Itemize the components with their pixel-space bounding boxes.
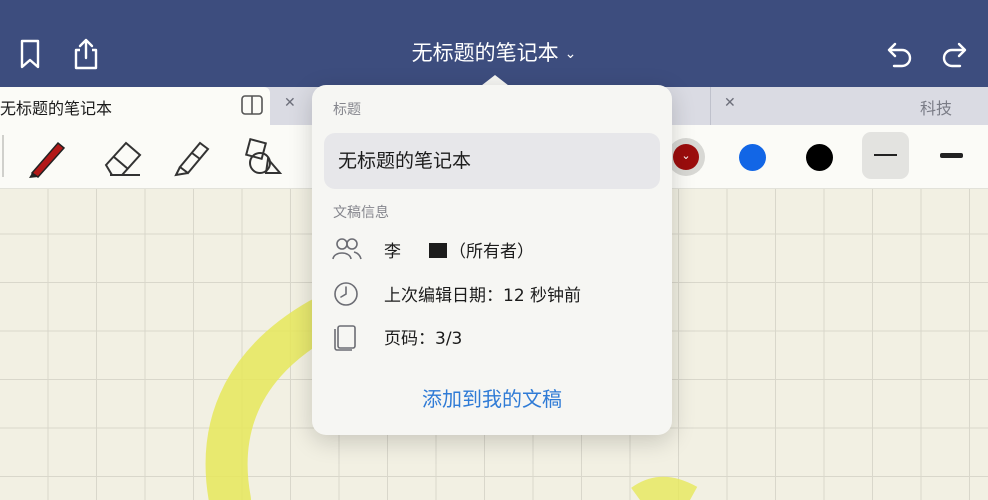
last-edited-row: 上次编辑日期：12 秒钟前: [332, 278, 662, 308]
chevron-down-icon: ⌄: [564, 46, 577, 62]
last-edited-text: 上次编辑日期：12 秒钟前: [384, 286, 582, 306]
highlighter-icon[interactable]: [170, 135, 216, 179]
redo-icon[interactable]: [938, 36, 974, 72]
tab-technology[interactable]: 科技: [920, 95, 952, 119]
redacted-name-block: [429, 243, 447, 258]
add-to-my-documents-button[interactable]: 添加到我的文稿: [312, 383, 672, 412]
color-swatch-blue[interactable]: [739, 144, 766, 171]
line-width-thin-button[interactable]: [862, 132, 909, 179]
info-section-label: 文稿信息: [333, 205, 389, 221]
thick-line-icon: [940, 153, 963, 158]
notebook-title: 无标题的笔记本: [411, 41, 559, 65]
pages-icon: [334, 325, 356, 351]
title-input[interactable]: 无标题的笔记本: [324, 133, 660, 189]
shapes-icon[interactable]: [240, 135, 286, 179]
pages-row: 页码：3/3: [332, 321, 662, 351]
top-bar: 无标题的笔记本 ⌄: [0, 0, 988, 87]
eraser-icon[interactable]: [100, 135, 146, 179]
pen-icon[interactable]: [24, 135, 70, 179]
people-icon: [332, 238, 362, 260]
notebook-title-menu[interactable]: 无标题的笔记本 ⌄: [0, 37, 988, 72]
tab-divider: [710, 87, 711, 125]
color-swatch-black[interactable]: [806, 144, 833, 171]
split-view-icon[interactable]: [241, 95, 263, 115]
pages-text: 页码：3/3: [384, 329, 463, 349]
title-section-label: 标题: [333, 102, 361, 118]
tab-close-icon[interactable]: ✕: [284, 95, 296, 111]
owner-row: 李 （所有者）: [332, 234, 662, 264]
toolbar-divider: [2, 135, 4, 177]
tab-label: 无标题的笔记本: [0, 99, 113, 118]
selected-color-chevron-icon: ⌄: [673, 144, 699, 170]
line-width-thick-button[interactable]: [928, 132, 975, 179]
thin-line-icon: [874, 154, 897, 156]
color-swatch-darkred[interactable]: ⌄: [667, 138, 705, 176]
owner-name: 李: [384, 242, 401, 262]
tab-untitled-notebook[interactable]: 无标题的笔记本: [0, 87, 270, 125]
undo-icon[interactable]: [880, 36, 916, 72]
owner-role: （所有者）: [449, 242, 534, 262]
tab-close-icon[interactable]: ✕: [724, 95, 736, 111]
clock-icon: [334, 282, 358, 306]
document-info-popover: 标题 无标题的笔记本 文稿信息 李 （所有者） 上次编辑日期：12 秒钟前 页码：…: [312, 85, 672, 435]
